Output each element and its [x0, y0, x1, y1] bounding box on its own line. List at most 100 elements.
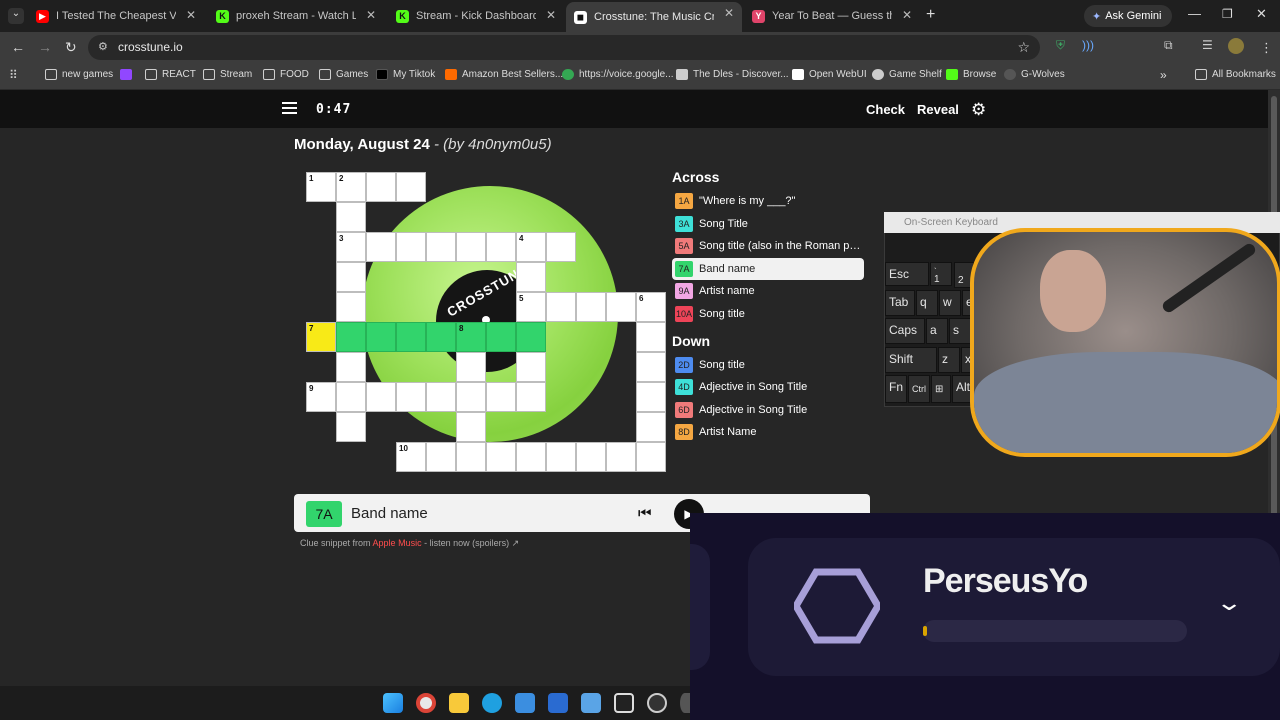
close-icon[interactable]: ✕ [546, 8, 556, 22]
grid-cell[interactable]: 2 [336, 172, 366, 202]
grid-cell[interactable] [606, 292, 636, 322]
bookmark-tiktok[interactable]: My Tiktok [376, 69, 435, 80]
key-fn[interactable]: Fn [885, 375, 907, 403]
grid-cell[interactable] [366, 382, 396, 412]
key-s[interactable]: s [949, 318, 971, 344]
close-icon[interactable]: ✕ [186, 8, 196, 22]
grid-cell[interactable] [396, 172, 426, 202]
grid-cell[interactable] [336, 412, 366, 442]
clue-7a[interactable]: 7A Band name [672, 258, 864, 280]
taskbar-app-icon[interactable] [680, 693, 690, 713]
outlook-icon[interactable] [548, 693, 568, 713]
url-input[interactable]: ⚙ crosstune.io ☆ [88, 35, 1040, 60]
grid-cell[interactable] [486, 232, 516, 262]
grid-cell-highlighted[interactable] [516, 322, 546, 352]
bookmark-react[interactable]: REACT [145, 69, 196, 80]
grid-cell[interactable] [456, 442, 486, 472]
minimize-button[interactable]: — [1188, 6, 1201, 21]
menu-kebab-icon[interactable]: ⋮ [1260, 40, 1273, 56]
grid-cell[interactable] [576, 442, 606, 472]
tab-3[interactable]: ◼ Crosstune: The Music Crosswo ✕ [566, 2, 742, 32]
chevron-down-icon[interactable]: ⌄ [1215, 590, 1243, 616]
grid-cell[interactable] [336, 202, 366, 232]
grid-cell[interactable] [546, 292, 576, 322]
grid-cell[interactable] [456, 232, 486, 262]
site-info-icon[interactable]: ⚙ [98, 35, 108, 60]
bookmark-food[interactable]: FOOD [263, 69, 309, 80]
forward-button[interactable]: → [38, 39, 52, 55]
key-w[interactable]: w [939, 290, 961, 316]
tab-0[interactable]: ▶ I Tested The Cheapest VS Most ✕ [28, 4, 204, 28]
grid-cell[interactable] [516, 262, 546, 292]
bookmark-twitch[interactable] [120, 69, 137, 80]
clue-5a[interactable]: 5A Song title (also in the Roman pan... [672, 235, 864, 257]
grid-cell[interactable]: 10 [396, 442, 426, 472]
close-window-button[interactable]: ✕ [1256, 6, 1267, 22]
bookmark-stream[interactable]: Stream [203, 69, 252, 80]
bookmark-dles[interactable]: The Dles - Discover... [676, 69, 789, 80]
key-esc[interactable]: Esc [885, 262, 929, 286]
bookmark-new-games[interactable]: new games [45, 69, 113, 80]
ask-gemini-button[interactable]: ✦ Ask Gemini [1084, 5, 1172, 27]
grid-cell-highlighted[interactable] [366, 322, 396, 352]
grid-cell[interactable] [426, 382, 456, 412]
grid-cell[interactable] [426, 442, 456, 472]
reveal-button[interactable]: Reveal [917, 102, 959, 117]
chrome-icon[interactable] [416, 693, 436, 713]
grid-cell[interactable]: 9 [306, 382, 336, 412]
grid-cell[interactable] [396, 382, 426, 412]
photos-icon[interactable] [581, 693, 601, 713]
tab-1[interactable]: K proxeh Stream - Watch Live on ✕ [208, 4, 384, 28]
key-q[interactable]: q [916, 290, 938, 316]
bookmark-games[interactable]: Games [319, 69, 368, 80]
grid-cell[interactable] [516, 352, 546, 382]
grid-cell[interactable] [366, 232, 396, 262]
clue-8d[interactable]: 8D Artist Name [672, 421, 864, 443]
bookmark-star-icon[interactable]: ☆ [1017, 35, 1030, 60]
grid-cell[interactable] [336, 262, 366, 292]
grid-cell[interactable] [576, 292, 606, 322]
clue-2d[interactable]: 2D Song title [672, 354, 864, 376]
key-1[interactable]: 1 [931, 270, 953, 290]
grid-cell[interactable] [606, 442, 636, 472]
grid-cell-highlighted[interactable] [336, 322, 366, 352]
listen-now-link[interactable]: - listen now (spoilers) ↗ [422, 538, 519, 548]
restore-button[interactable]: ❐ [1222, 7, 1233, 21]
check-button[interactable]: Check [866, 102, 905, 117]
windows-start-icon[interactable] [383, 693, 403, 713]
new-tab-button[interactable]: + [926, 6, 935, 24]
grid-cell[interactable] [456, 352, 486, 382]
bookmark-game-shelf[interactable]: Game Shelf [872, 69, 942, 80]
grid-cell[interactable]: 6 [636, 292, 666, 322]
store-icon[interactable] [515, 693, 535, 713]
key-z[interactable]: z [938, 347, 960, 373]
shield-extension-icon[interactable]: ⛨ [1056, 38, 1065, 53]
grid-cell-highlighted[interactable] [396, 322, 426, 352]
grid-cell[interactable] [456, 412, 486, 442]
grid-cell[interactable] [636, 412, 666, 442]
grid-cell[interactable] [636, 382, 666, 412]
edge-icon[interactable] [482, 693, 502, 713]
tab-4[interactable]: Y Year To Beat — Guess the Song ✕ [744, 4, 920, 28]
grid-cell[interactable]: 3 [336, 232, 366, 262]
grid-cell[interactable] [366, 172, 396, 202]
grid-cell-current[interactable]: 7 [306, 322, 336, 352]
grid-cell[interactable] [456, 382, 486, 412]
grid-cell[interactable] [486, 382, 516, 412]
media-control-icon[interactable]: ☰ [1202, 38, 1213, 52]
grid-cell[interactable] [636, 352, 666, 382]
apps-grid-icon[interactable]: ⠿ [9, 68, 18, 82]
grid-cell-highlighted[interactable] [426, 322, 456, 352]
clue-10a[interactable]: 10A Song title [672, 303, 864, 325]
grid-cell[interactable] [336, 352, 366, 382]
windows-key-icon[interactable]: ⊞ [931, 375, 951, 403]
key-ctrl[interactable]: Ctrl [908, 375, 930, 403]
file-explorer-icon[interactable] [449, 693, 469, 713]
puzzle-extension-icon[interactable]: ⧉ [1164, 38, 1173, 53]
close-icon[interactable]: ✕ [366, 8, 376, 22]
bookmarks-overflow-icon[interactable]: » [1160, 68, 1167, 82]
grid-cell[interactable] [636, 442, 666, 472]
bookmark-gwolves[interactable]: G-Wolves [1004, 69, 1065, 80]
grid-cell[interactable] [396, 232, 426, 262]
obs-icon[interactable] [647, 693, 667, 713]
